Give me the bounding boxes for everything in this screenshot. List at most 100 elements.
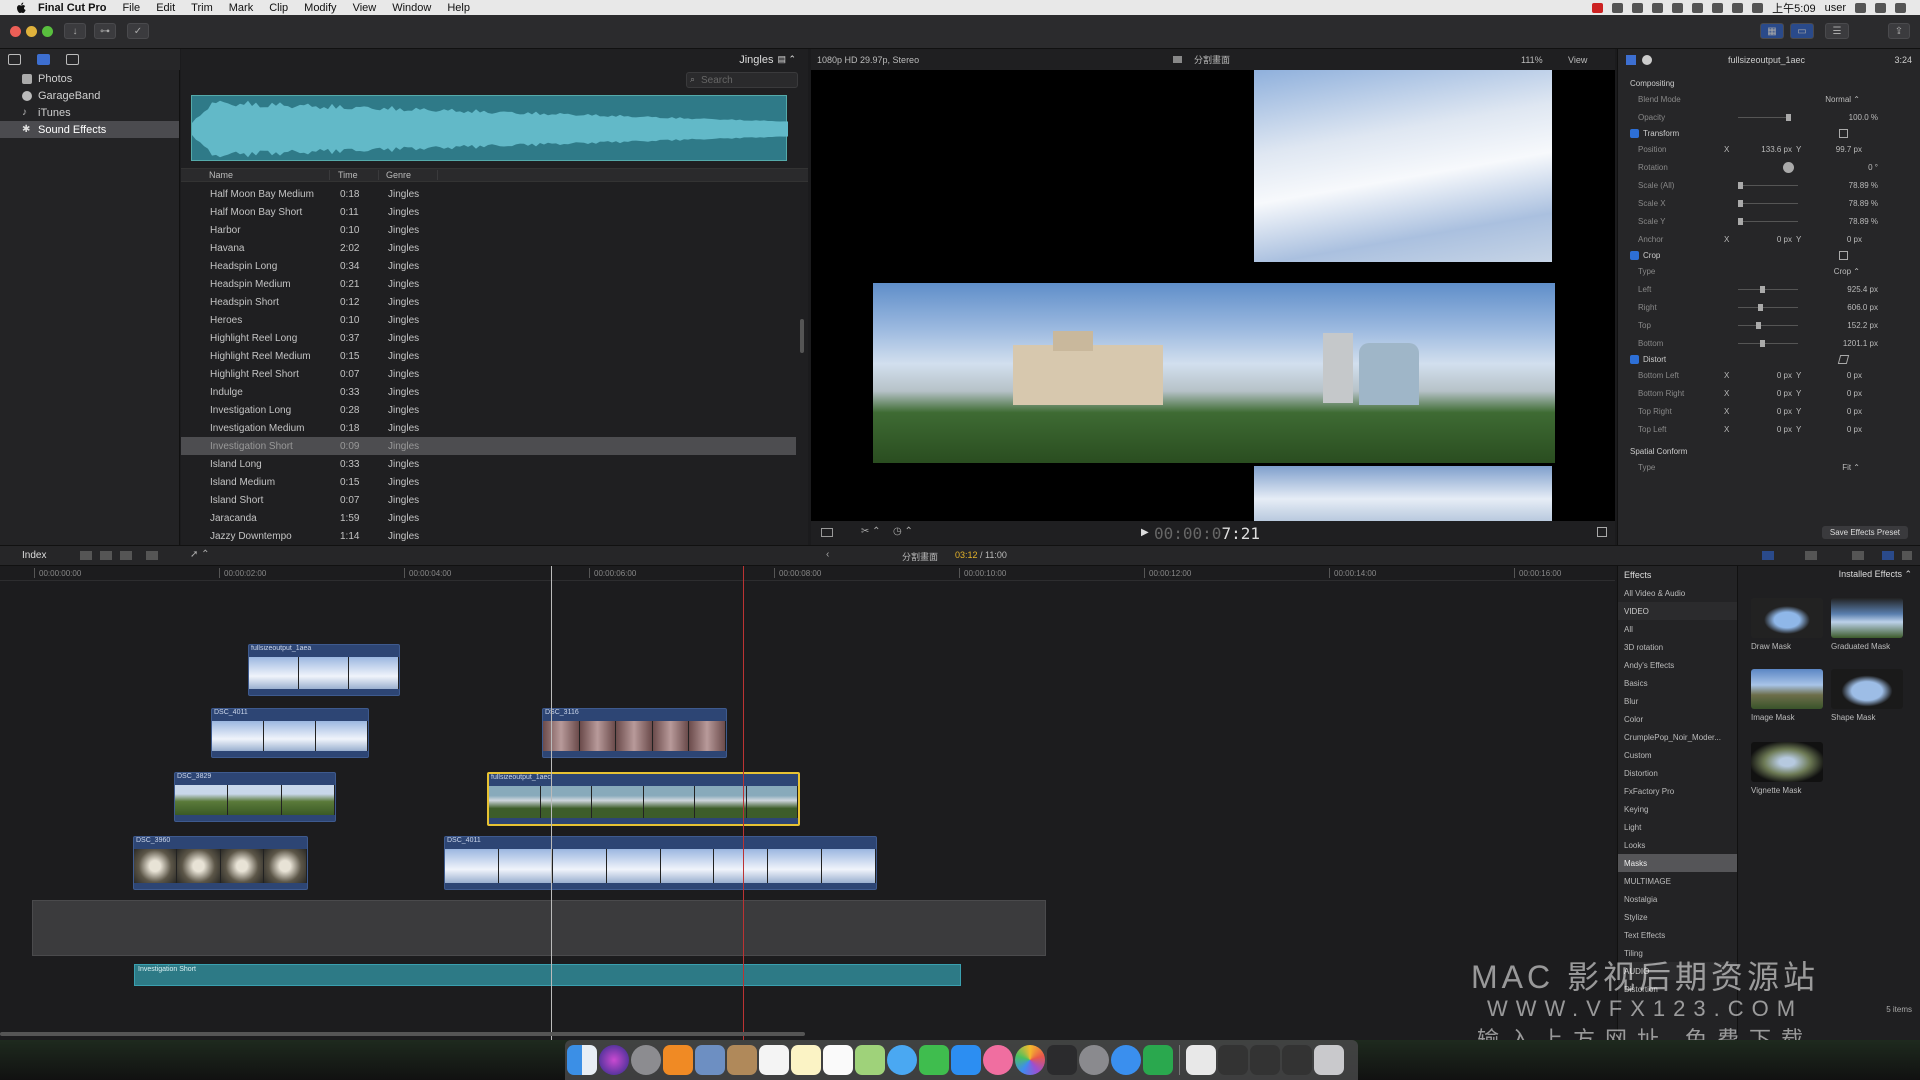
top-right-x-value[interactable]: 0 px — [1748, 407, 1792, 416]
browser-category[interactable]: Jingles — [739, 54, 773, 66]
prop-blend-mode[interactable]: Blend Mode Normal ⌃ — [1618, 90, 1920, 108]
browser-row[interactable]: Island Short 0:07 Jingles — [181, 491, 796, 509]
background-tasks-button[interactable]: ✓ — [127, 23, 149, 39]
facetime-icon[interactable] — [919, 1045, 949, 1075]
append-clip-icon[interactable] — [80, 551, 92, 560]
menu-modify[interactable]: Modify — [304, 2, 336, 14]
browser-row[interactable]: Island Long 0:33 Jingles — [181, 455, 796, 473]
search-input[interactable]: ⌕ Search — [686, 72, 798, 88]
titles-generators-icon[interactable] — [66, 54, 79, 65]
browser-row[interactable]: Havana 2:02 Jingles — [181, 239, 796, 257]
rotation-dial-icon[interactable] — [1783, 161, 1794, 173]
section-transform[interactable]: Transform — [1618, 126, 1920, 140]
effects-category[interactable]: Andy's Effects — [1618, 656, 1737, 674]
effects-category[interactable]: Text Effects — [1618, 926, 1737, 944]
installed-effects-menu[interactable]: Installed Effects ⌃ — [1839, 569, 1912, 580]
bottom-right-y-value[interactable]: 0 px — [1818, 389, 1862, 398]
timeline-clip-selected[interactable]: fullsizeoutput_1aec — [487, 772, 800, 826]
column-genre[interactable]: Genre — [378, 170, 438, 180]
prop-value[interactable]: 78.89 % — [1849, 217, 1878, 226]
top-left-x-value[interactable]: 0 px — [1748, 425, 1792, 434]
status-keyboard-icon[interactable] — [1752, 2, 1764, 13]
browser-row[interactable]: Harbor 0:10 Jingles — [181, 221, 796, 239]
distort-checkbox[interactable] — [1630, 354, 1639, 364]
top-left-y-value[interactable]: 0 px — [1818, 425, 1862, 434]
effect-graduated-mask[interactable]: Graduated Mask — [1831, 598, 1903, 651]
timeline-clip[interactable]: DSC_3829 — [174, 772, 336, 822]
prop-value[interactable]: 152.2 px — [1847, 321, 1878, 330]
notes-brown-icon[interactable] — [727, 1045, 757, 1075]
timeline-clip[interactable]: DSC_3960 — [133, 836, 308, 890]
browser-row[interactable]: Highlight Reel Medium 0:15 Jingles — [181, 347, 796, 365]
reminders-icon[interactable] — [823, 1045, 853, 1075]
transform-onscreen-icon[interactable] — [1839, 128, 1848, 138]
crop-top-slider[interactable] — [1738, 321, 1798, 329]
spotlight-icon[interactable] — [1855, 2, 1866, 13]
effects-category[interactable]: Color — [1618, 710, 1737, 728]
browser-row[interactable]: Investigation Medium 0:18 Jingles — [181, 419, 796, 437]
status-volume-icon[interactable] — [1732, 2, 1744, 13]
select-tool-icon[interactable]: ➚ ⌃ — [190, 549, 210, 560]
notes-icon[interactable] — [791, 1045, 821, 1075]
timeline-clip[interactable]: DSC_4011 — [211, 708, 369, 758]
window-thumbnail-icon[interactable] — [1250, 1045, 1280, 1075]
photos-dock-icon[interactable] — [1015, 1045, 1045, 1075]
menu-window[interactable]: Window — [392, 2, 431, 14]
effect-vignette-mask[interactable]: Vignette Mask — [1751, 742, 1823, 795]
effects-category[interactable]: MULTIMAGE — [1618, 872, 1737, 890]
siri-icon[interactable] — [1875, 2, 1886, 13]
prop-rotation[interactable]: Rotation 0 ° — [1618, 158, 1920, 176]
section-crop[interactable]: Crop — [1618, 248, 1920, 262]
effects-category[interactable]: All — [1618, 620, 1737, 638]
photos-audio-icon[interactable] — [37, 54, 50, 65]
prop-value[interactable]: 100.0 % — [1849, 113, 1878, 122]
timeline-clip[interactable]: DSC_3116 — [542, 708, 727, 758]
timeline-index-button[interactable]: Index — [22, 550, 46, 561]
timeline-ruler[interactable]: 00:00:00:00 00:00:02:00 00:00:04:00 00:00:0… — [0, 566, 1615, 581]
browser-row[interactable]: Highlight Reel Long 0:37 Jingles — [181, 329, 796, 347]
library-item-sound-effects[interactable]: ✱ Sound Effects — [0, 121, 179, 138]
prop-position[interactable]: Position X 133.6 px Y 99.7 px — [1618, 140, 1920, 158]
clip-appearance-icon[interactable] — [1852, 551, 1864, 560]
effect-shape-mask[interactable]: Shape Mask — [1831, 669, 1903, 722]
menu-file[interactable]: File — [122, 2, 140, 14]
browser-row[interactable]: Half Moon Bay Medium 0:18 Jingles — [181, 185, 796, 203]
prop-value[interactable]: Normal ⌃ — [1825, 95, 1860, 104]
crop-onscreen-icon[interactable] — [1839, 250, 1848, 260]
browser-row[interactable]: Investigation Short 0:09 Jingles — [181, 437, 796, 455]
effects-category[interactable]: Distortion — [1618, 764, 1737, 782]
status-eject-icon[interactable] — [1712, 2, 1724, 13]
effects-category[interactable]: 3D rotation — [1618, 638, 1737, 656]
menu-view[interactable]: View — [353, 2, 377, 14]
itunes-icon[interactable] — [983, 1045, 1013, 1075]
opacity-slider[interactable] — [1738, 113, 1791, 121]
fullscreen-icon[interactable] — [1597, 527, 1607, 537]
share-button[interactable]: ⇪ — [1888, 23, 1910, 39]
menu-user[interactable]: user — [1825, 2, 1846, 14]
safari-icon[interactable] — [1111, 1045, 1141, 1075]
effects-category[interactable]: FxFactory Pro — [1618, 782, 1737, 800]
show-browser-button[interactable]: ▦ — [1760, 23, 1784, 39]
trash-icon[interactable] — [1314, 1045, 1344, 1075]
minimize-window-icon[interactable] — [26, 26, 37, 37]
effects-category[interactable]: Keying — [1618, 800, 1737, 818]
browser-row[interactable]: Headspin Medium 0:21 Jingles — [181, 275, 796, 293]
bottom-left-y-value[interactable]: 0 px — [1818, 371, 1862, 380]
crop-left-slider[interactable] — [1738, 285, 1798, 293]
viewer-image-sky-bottom[interactable] — [1254, 466, 1552, 521]
transitions-browser-icon[interactable] — [1902, 551, 1912, 560]
final-cut-pro-icon[interactable] — [1047, 1045, 1077, 1075]
prop-value[interactable]: Crop ⌃ — [1834, 267, 1860, 276]
books-icon[interactable] — [663, 1045, 693, 1075]
compressor-icon[interactable] — [1143, 1045, 1173, 1075]
prop-spatial-type[interactable]: Type Fit ⌃ — [1618, 458, 1920, 476]
browser-scrollbar[interactable] — [800, 319, 804, 353]
info-inspector-icon[interactable] — [1642, 54, 1652, 65]
app-store-icon[interactable] — [951, 1045, 981, 1075]
effects-category[interactable]: Masks — [1618, 854, 1737, 872]
save-effects-preset-button[interactable]: Save Effects Preset — [1821, 526, 1908, 539]
crop-bottom-slider[interactable] — [1738, 339, 1798, 347]
browser-row[interactable]: Headspin Short 0:12 Jingles — [181, 293, 796, 311]
prop-crop-type[interactable]: Type Crop ⌃ — [1618, 262, 1920, 280]
timeline-back-icon[interactable]: ‹ — [826, 549, 829, 560]
